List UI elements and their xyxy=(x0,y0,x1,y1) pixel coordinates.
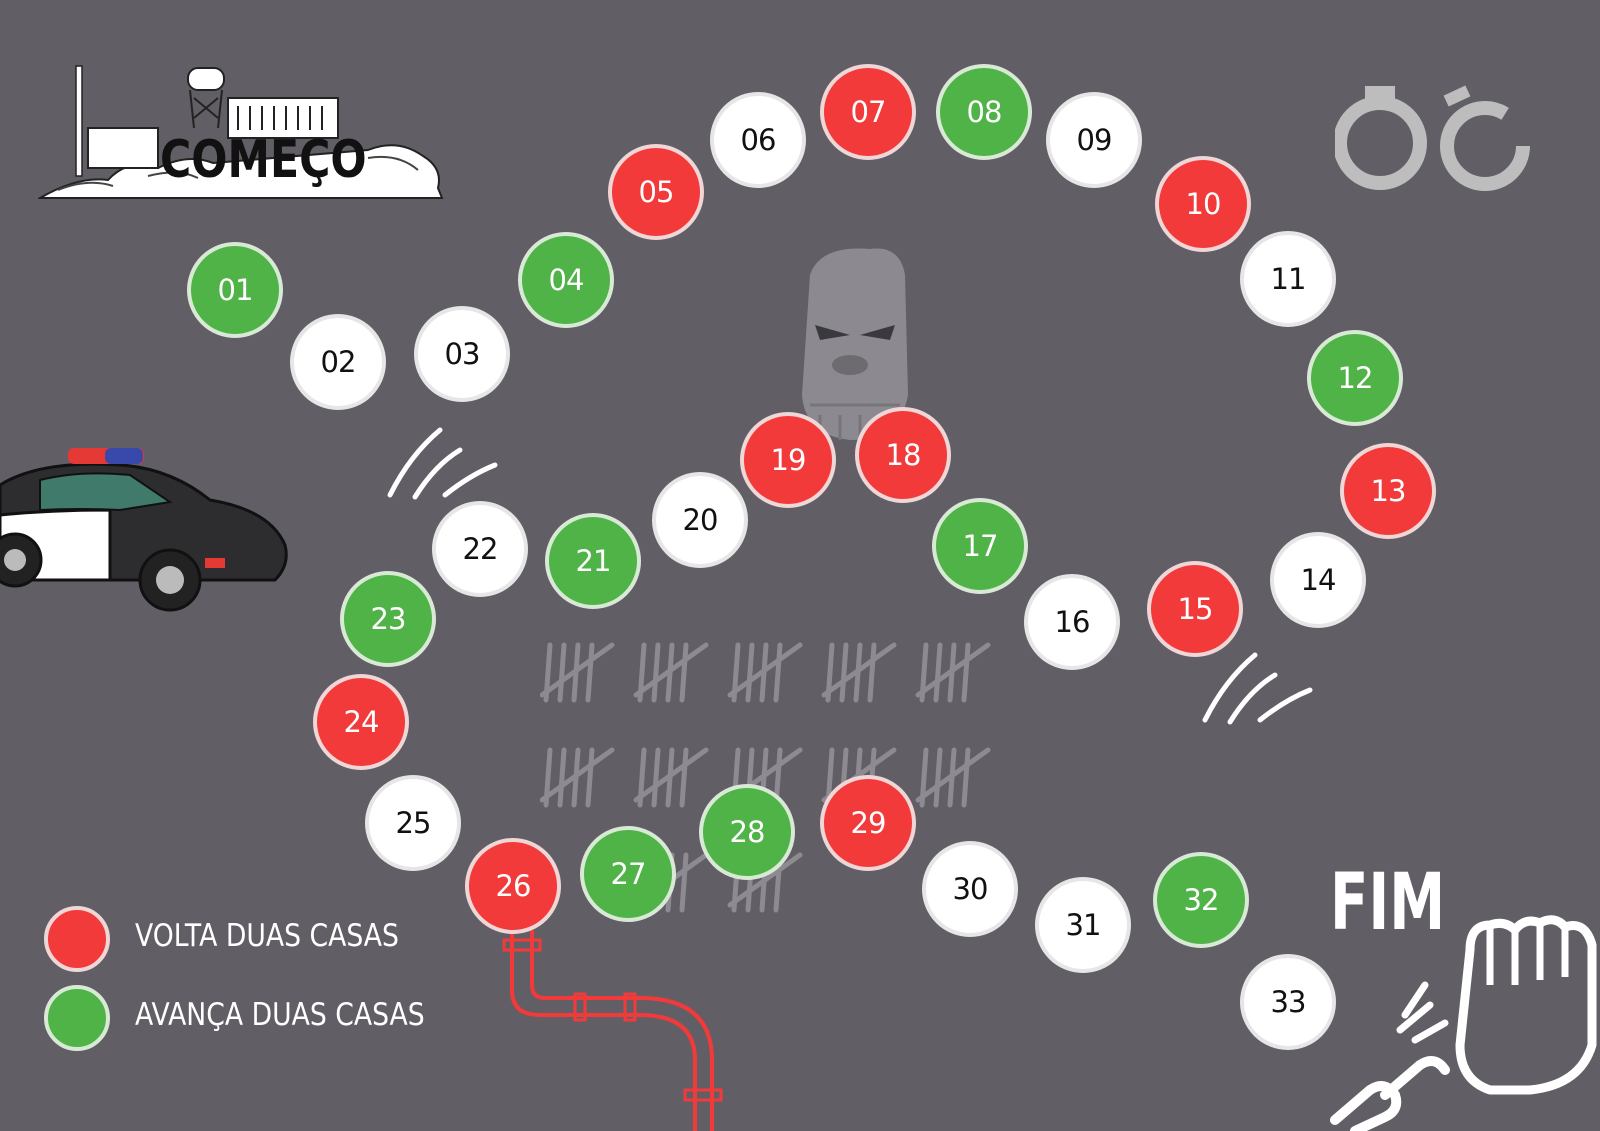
board-space-03: 03 xyxy=(414,306,510,402)
broken-chain-fist-icon xyxy=(1330,915,1597,1131)
board-space-18: 18 xyxy=(855,407,951,503)
board-space-16: 16 xyxy=(1024,574,1120,670)
board-space-26: 26 xyxy=(465,838,561,934)
board-space-27: 27 xyxy=(580,826,676,922)
board-space-30: 30 xyxy=(922,841,1018,937)
board-space-33: 33 xyxy=(1240,954,1336,1050)
board-space-32: 32 xyxy=(1153,852,1249,948)
board-space-31: 31 xyxy=(1035,877,1131,973)
board-space-14: 14 xyxy=(1270,532,1366,628)
board-space-28: 28 xyxy=(699,784,795,880)
board-space-17: 17 xyxy=(932,498,1028,594)
board-space-04: 04 xyxy=(518,232,614,328)
board-space-05: 05 xyxy=(608,144,704,240)
board-space-07: 07 xyxy=(820,64,916,160)
board-space-02: 02 xyxy=(290,314,386,410)
board-space-25: 25 xyxy=(365,775,461,871)
board-space-08: 08 xyxy=(936,64,1032,160)
legend-red-dot xyxy=(44,906,110,972)
board-space-24: 24 xyxy=(313,674,409,770)
start-label: COMEÇO xyxy=(160,130,367,190)
board-space-15: 15 xyxy=(1147,561,1243,657)
board-space-22: 22 xyxy=(432,501,528,597)
board-space-23: 23 xyxy=(340,571,436,667)
handcuffs-icon xyxy=(1335,85,1530,191)
board-space-29: 29 xyxy=(820,775,916,871)
board-space-21: 21 xyxy=(545,513,641,609)
board-space-19: 19 xyxy=(740,412,836,508)
motion-lines-icon xyxy=(1202,652,1313,725)
board-space-11: 11 xyxy=(1240,231,1336,327)
board-space-01: 01 xyxy=(187,242,283,338)
board-space-20: 20 xyxy=(652,472,748,568)
board-space-06: 06 xyxy=(710,92,806,188)
legend-back-label: VOLTA DUAS CASAS xyxy=(135,918,399,954)
board-space-09: 09 xyxy=(1046,92,1142,188)
board-space-10: 10 xyxy=(1155,156,1251,252)
legend-green-dot xyxy=(44,985,110,1051)
game-board: COMEÇO VOLTA DUAS CASAS AVANÇA DUAS CASA… xyxy=(0,0,1600,1131)
motion-lines-icon xyxy=(387,427,498,500)
legend-forward-label: AVANÇA DUAS CASAS xyxy=(135,997,425,1033)
board-space-13: 13 xyxy=(1340,443,1436,539)
pipe-icon xyxy=(502,930,723,1131)
police-car-icon xyxy=(0,448,288,612)
board-space-12: 12 xyxy=(1307,330,1403,426)
